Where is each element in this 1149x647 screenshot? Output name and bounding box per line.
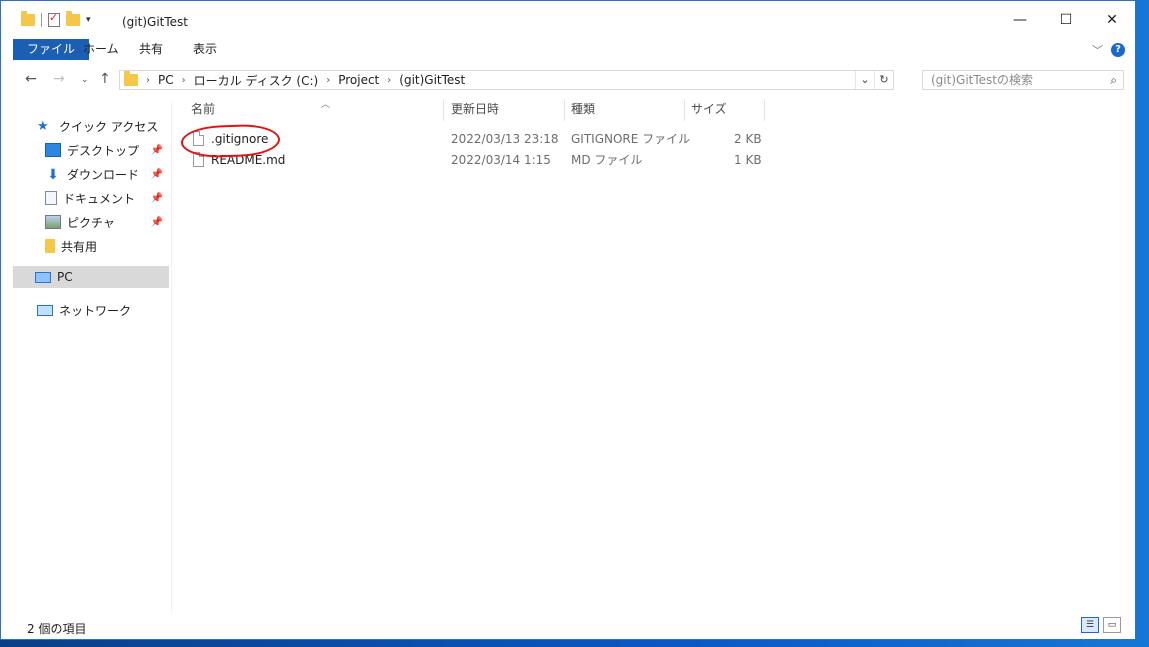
column-label: 名前 bbox=[191, 102, 216, 116]
large-icons-view-icon[interactable]: ▭ bbox=[1103, 617, 1121, 633]
nav-label: クイック アクセス bbox=[59, 119, 159, 134]
ribbon-controls: ﹀ ? bbox=[1092, 42, 1125, 58]
pin-icon[interactable]: 📌 bbox=[151, 145, 163, 156]
nav-item-desktop[interactable]: デスクトップ 📌 bbox=[45, 139, 169, 161]
pin-icon[interactable]: 📌 bbox=[151, 169, 163, 180]
nav-label: PC bbox=[57, 270, 73, 284]
expand-ribbon-icon[interactable]: ﹀ bbox=[1092, 42, 1103, 58]
breadcrumb-separator-icon[interactable]: › bbox=[387, 75, 391, 86]
help-icon[interactable]: ? bbox=[1111, 43, 1125, 57]
address-actions: ⌄ ↻ bbox=[855, 71, 893, 89]
minimize-button[interactable]: — bbox=[997, 1, 1043, 39]
column-type[interactable]: 種類 bbox=[571, 97, 681, 121]
maximize-button[interactable]: ☐ bbox=[1043, 1, 1089, 39]
back-arrow-icon[interactable]: ← bbox=[25, 71, 37, 87]
nav-item-downloads[interactable]: ⬇ ダウンロード 📌 bbox=[45, 163, 169, 185]
title-bar: ▾ (git)GitTest — ☐ ✕ bbox=[1, 1, 1135, 39]
column-divider[interactable] bbox=[764, 99, 765, 121]
file-row[interactable]: README.md 2022/03/14 1:15 MD ファイル 1 KB bbox=[181, 150, 781, 170]
column-divider[interactable] bbox=[564, 99, 565, 121]
column-size[interactable]: サイズ bbox=[691, 97, 761, 121]
breadcrumb-pc[interactable]: PC bbox=[158, 73, 174, 87]
tab-view[interactable]: 表示 bbox=[179, 39, 231, 60]
breadcrumb-separator-icon[interactable]: › bbox=[182, 75, 186, 86]
breadcrumb-separator-icon[interactable]: › bbox=[146, 75, 150, 86]
forward-arrow-icon[interactable]: → bbox=[53, 71, 65, 87]
recent-locations-icon[interactable]: ⌄ bbox=[81, 75, 89, 85]
address-row: ← → ⌄ ↑ › PC › ローカル ディスク (C:) › Project … bbox=[1, 65, 1135, 95]
refresh-icon[interactable]: ↻ bbox=[874, 71, 893, 89]
properties-icon[interactable] bbox=[48, 11, 60, 27]
item-count: 2 個の項目 bbox=[27, 622, 87, 636]
nav-label: ダウンロード bbox=[67, 167, 140, 182]
pin-icon[interactable]: 📌 bbox=[151, 217, 163, 228]
nav-item-network[interactable]: ネットワーク bbox=[37, 299, 167, 321]
column-name[interactable]: 名前 ︿ bbox=[191, 97, 441, 121]
close-button[interactable]: ✕ bbox=[1089, 1, 1135, 39]
nav-label: 共有用 bbox=[61, 239, 98, 254]
desktop-icon bbox=[45, 143, 61, 157]
star-icon: ★ bbox=[37, 119, 49, 134]
column-date[interactable]: 更新日時 bbox=[451, 97, 561, 121]
quick-access-toolbar: ▾ bbox=[21, 11, 91, 27]
up-arrow-icon[interactable]: ↑ bbox=[99, 71, 111, 87]
pictures-icon bbox=[45, 215, 61, 229]
file-size: 2 KB bbox=[734, 132, 762, 146]
file-size: 1 KB bbox=[734, 153, 762, 167]
nav-item-pc[interactable]: PC bbox=[13, 266, 169, 288]
new-folder-icon[interactable] bbox=[66, 11, 80, 26]
ribbon-tabs: ファイル ホーム 共有 表示 ﹀ ? bbox=[1, 39, 1135, 61]
nav-quick-access[interactable]: ★ クイック アクセス bbox=[37, 115, 167, 137]
tab-share[interactable]: 共有 bbox=[125, 39, 177, 60]
pc-icon bbox=[35, 271, 51, 283]
documents-icon bbox=[45, 191, 57, 205]
nav-label: デスクトップ bbox=[67, 143, 140, 158]
details-view-icon[interactable]: ☰ bbox=[1081, 617, 1099, 633]
toolbar-separator bbox=[41, 13, 42, 27]
file-type: MD ファイル bbox=[571, 153, 643, 167]
breadcrumb-gittest[interactable]: (git)GitTest bbox=[399, 73, 465, 87]
nav-label: ネットワーク bbox=[59, 303, 132, 318]
nav-label: ドキュメント bbox=[63, 191, 136, 206]
search-icon[interactable]: ⌕ bbox=[1110, 71, 1117, 89]
column-divider[interactable] bbox=[684, 99, 685, 121]
window-title: (git)GitTest bbox=[122, 15, 188, 29]
breadcrumb-separator-icon[interactable]: › bbox=[326, 75, 330, 86]
file-type: GITIGNORE ファイル bbox=[571, 132, 691, 146]
address-dropdown-icon[interactable]: ⌄ bbox=[855, 71, 874, 89]
network-icon bbox=[37, 304, 53, 316]
sort-ascending-icon: ︿ bbox=[321, 100, 331, 110]
folder-icon bbox=[124, 71, 138, 86]
breadcrumb-project[interactable]: Project bbox=[338, 73, 379, 87]
customize-toolbar-icon[interactable]: ▾ bbox=[86, 15, 91, 25]
download-icon: ⬇ bbox=[47, 167, 59, 183]
nav-item-shared[interactable]: 共有用 bbox=[45, 235, 169, 257]
folder-icon[interactable] bbox=[21, 11, 35, 26]
nav-item-pictures[interactable]: ピクチャ 📌 bbox=[45, 211, 169, 233]
file-date: 2022/03/14 1:15 bbox=[451, 153, 551, 167]
breadcrumb-local-disk[interactable]: ローカル ディスク (C:) bbox=[194, 72, 319, 89]
address-bar[interactable]: › PC › ローカル ディスク (C:) › Project › (git)G… bbox=[119, 70, 894, 90]
navigation-pane: ★ クイック アクセス デスクトップ 📌 ⬇ ダウンロード 📌 ドキュメント 📌… bbox=[11, 101, 172, 613]
search-placeholder: (git)GitTestの検索 bbox=[931, 73, 1033, 87]
nav-item-documents[interactable]: ドキュメント 📌 bbox=[45, 187, 169, 209]
column-divider[interactable] bbox=[443, 99, 444, 121]
view-switcher: ☰ ▭ bbox=[1081, 617, 1121, 633]
explorer-window: ▾ (git)GitTest — ☐ ✕ ファイル ホーム 共有 表示 ﹀ ? … bbox=[0, 0, 1136, 640]
shared-folder-icon bbox=[45, 239, 55, 253]
tab-home[interactable]: ホーム bbox=[69, 39, 133, 60]
status-bar: 2 個の項目 ☰ ▭ bbox=[1, 617, 1135, 639]
pin-icon[interactable]: 📌 bbox=[151, 193, 163, 204]
window-controls: — ☐ ✕ bbox=[997, 1, 1135, 39]
search-input[interactable]: (git)GitTestの検索 ⌕ bbox=[922, 70, 1124, 90]
nav-label: ピクチャ bbox=[67, 215, 115, 230]
file-date: 2022/03/13 23:18 bbox=[451, 132, 559, 146]
